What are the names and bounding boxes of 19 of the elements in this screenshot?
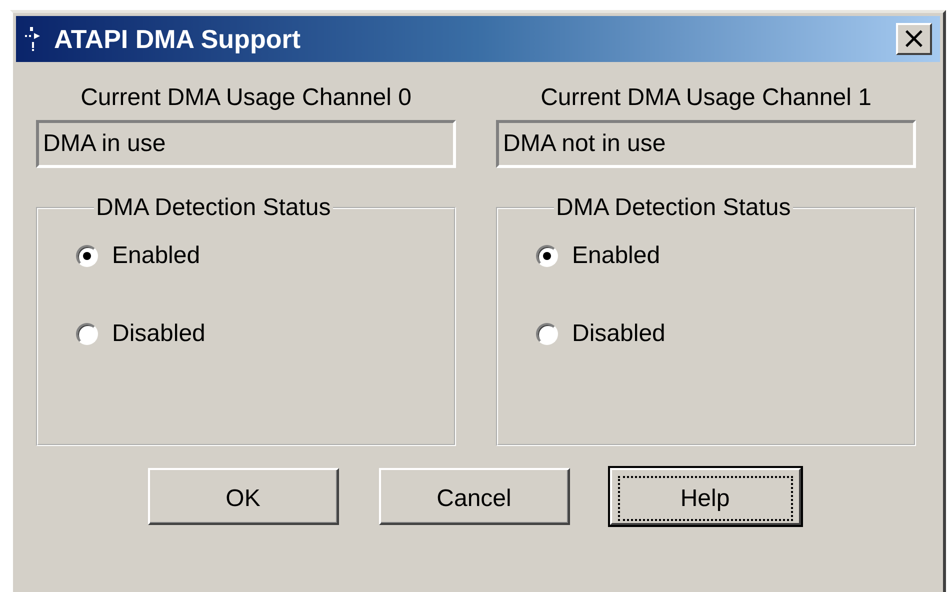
- dialog-button[interactable]: Cancel: [378, 468, 570, 525]
- dialog-button[interactable]: Help: [610, 468, 800, 525]
- window-title: ATAPI DMA Support: [54, 24, 302, 54]
- radio-button[interactable]: [536, 323, 558, 345]
- radio-label: Disabled: [572, 320, 666, 348]
- radio-label: Enabled: [112, 242, 200, 270]
- radio-label: Enabled: [572, 242, 660, 270]
- status-field: DMA not in use: [496, 120, 916, 168]
- channel-label: Current DMA Usage Channel 1: [540, 84, 872, 112]
- radio-button[interactable]: [76, 323, 98, 345]
- dialog-button[interactable]: OK: [148, 468, 338, 525]
- group-title: DMA Detection Status: [95, 194, 332, 222]
- channel-label: Current DMA Usage Channel 0: [80, 84, 412, 112]
- group-title: DMA Detection Status: [555, 194, 792, 222]
- status-field: DMA in use: [36, 120, 456, 168]
- radio-button[interactable]: [76, 245, 98, 267]
- radio-label: Disabled: [112, 320, 206, 348]
- close-button[interactable]: ×: [896, 23, 932, 55]
- radio-button[interactable]: [536, 245, 558, 267]
